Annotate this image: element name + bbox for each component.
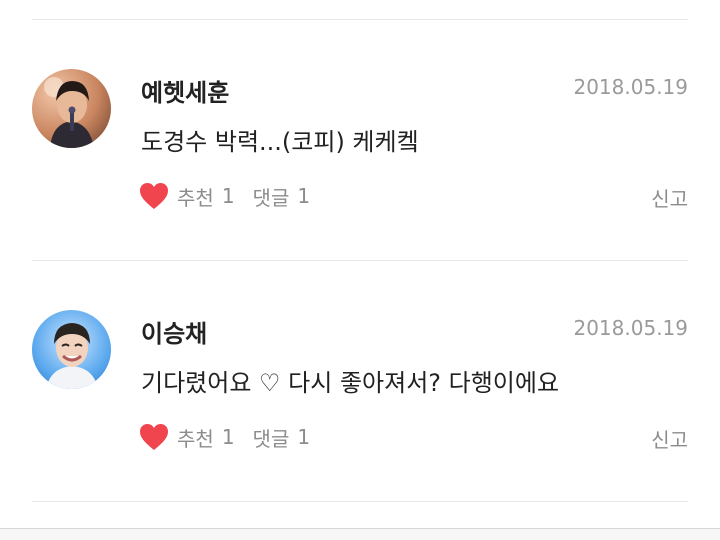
comment-text: 도경수 박력...(코피) 케케켘 (141, 128, 419, 156)
comment-author[interactable]: 예헷세훈 (141, 73, 229, 108)
like-button[interactable]: 추천 1 (139, 423, 235, 452)
reply-button[interactable]: 댓글 1 (253, 423, 311, 452)
avatar-photo-icon (32, 69, 111, 148)
like-count: 1 (221, 425, 235, 449)
comment-item: 예헷세훈 2018.05.19 도경수 박력...(코피) 케케켘 추천 1 댓… (0, 20, 720, 260)
heart-icon (140, 183, 168, 209)
comment-list: 예헷세훈 2018.05.19 도경수 박력...(코피) 케케켘 추천 1 댓… (0, 0, 720, 540)
bottom-bar (0, 528, 720, 540)
comment-date: 2018.05.19 (573, 316, 688, 340)
comment-text: 기다렸어요 ♡ 다시 좋아져서? 다행이에요 (141, 369, 560, 397)
heart-icon (140, 424, 168, 450)
reply-count: 1 (297, 184, 311, 208)
comment-date: 2018.05.19 (573, 75, 688, 99)
reply-button[interactable]: 댓글 1 (253, 182, 311, 211)
comment-actions: 추천 1 댓글 1 (139, 181, 310, 211)
like-count: 1 (221, 184, 235, 208)
reply-count: 1 (297, 425, 311, 449)
comment-actions: 추천 1 댓글 1 (139, 422, 310, 452)
report-button[interactable]: 신고 (651, 424, 688, 453)
like-button[interactable]: 추천 1 (139, 182, 235, 211)
reply-label: 댓글 (252, 426, 290, 451)
avatar[interactable] (32, 69, 111, 148)
like-label: 추천 (177, 185, 214, 210)
divider (32, 501, 688, 502)
reply-label: 댓글 (252, 185, 290, 210)
report-button[interactable]: 신고 (651, 183, 688, 212)
like-label: 추천 (177, 426, 214, 451)
comment-item: 이승채 2018.05.19 기다렸어요 ♡ 다시 좋아져서? 다행이에요 추천… (0, 261, 720, 501)
avatar[interactable] (32, 310, 111, 389)
avatar-photo-icon (32, 310, 111, 389)
comment-author[interactable]: 이승채 (141, 314, 207, 349)
